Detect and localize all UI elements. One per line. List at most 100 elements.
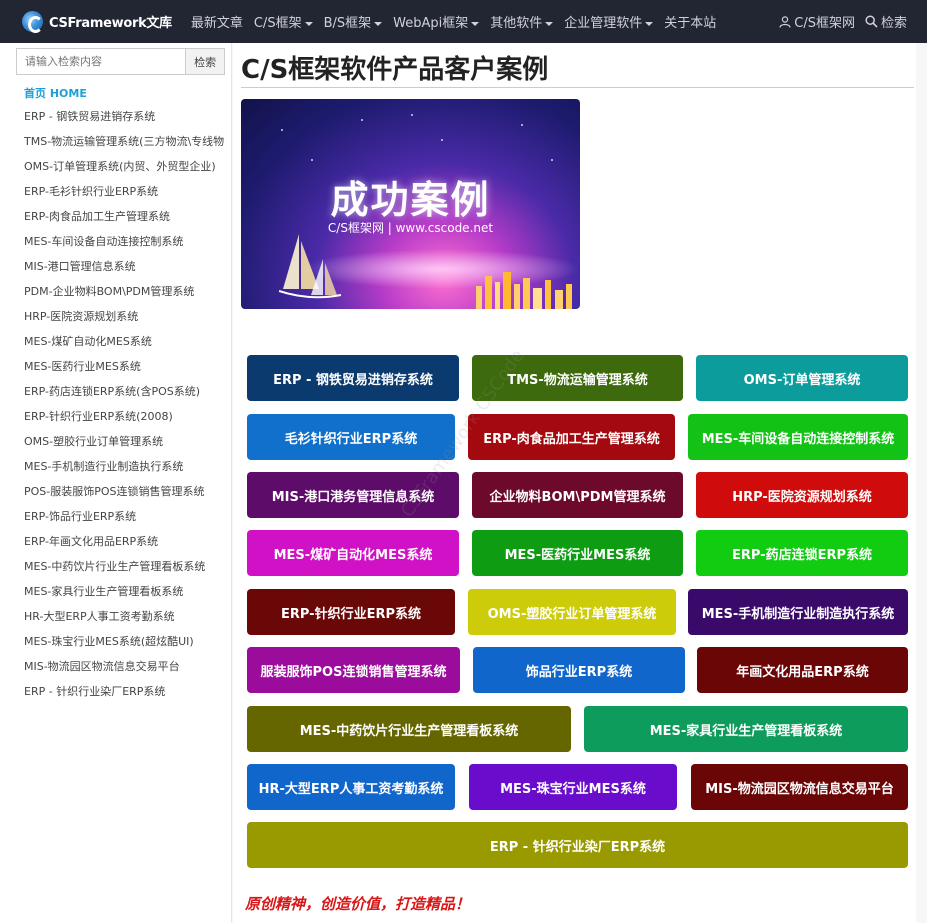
sidebar-item[interactable]: MES-中药饮片行业生产管理看板系统 [24,559,230,584]
caret-down-icon [304,21,313,26]
sidebar-item[interactable]: ERP - 钢铁贸易进销存系统 [24,109,230,134]
search-icon [865,15,878,28]
case-button[interactable]: TMS-物流运输管理系统 [472,355,683,401]
case-button-label: OMS-订单管理系统 [743,372,861,388]
case-button[interactable]: 饰品行业ERP系统 [473,647,685,693]
banner-image: 成功案例 C/S框架网 | www.cscode.net [241,99,580,309]
sidebar-item[interactable]: TMS-物流运输管理系统(三方物流\专线物 [24,134,230,159]
search-input[interactable] [16,48,186,75]
case-button[interactable]: ERP-药店连锁ERP系统 [696,530,908,576]
case-button-label: MIS-物流园区物流信息交易平台 [705,781,894,797]
nav-item-label: 关于本站 [664,16,717,31]
city-skyline-icon [476,272,572,309]
sidebar-home-link[interactable]: 首页 HOME [24,85,87,101]
caret-down-icon [545,21,554,26]
case-button-label: TMS-物流运输管理系统 [507,372,648,388]
nav-item[interactable]: WebApi框架 [393,12,480,31]
case-button-label: 毛衫针织行业ERP系统 [284,431,418,447]
case-button-label: MES-煤矿自动化MES系统 [273,547,433,563]
nav-item[interactable]: 关于本站 [664,12,716,31]
sidebar-item[interactable]: MES-珠宝行业MES系统(超炫酷UI) [24,634,230,659]
nav-item[interactable]: B/S框架 [324,12,383,31]
sidebar: 检索 首页 HOME ERP - 钢铁贸易进销存系统TMS-物流运输管理系统(三… [0,43,232,923]
case-button[interactable]: MES-家具行业生产管理看板系统 [584,706,908,752]
sidebar-item[interactable]: POS-服装服饰POS连锁销售管理系统 [24,484,230,509]
brand[interactable]: CSFramework文库 [22,0,172,43]
case-button[interactable]: HRP-医院资源规划系统 [696,472,908,518]
case-button[interactable]: MES-中药饮片行业生产管理看板系统 [247,706,571,752]
nav-item-label: 其他软件 [490,16,543,31]
case-button-label: HR-大型ERP人事工资考勤系统 [258,781,444,797]
case-button[interactable]: MES-珠宝行业MES系统 [469,764,677,810]
search-link-label: 检索 [880,16,907,31]
banner-subtitle: C/S框架网 | www.cscode.net [327,221,494,235]
case-button[interactable]: MIS-物流园区物流信息交易平台 [691,764,908,810]
case-button[interactable]: OMS-订单管理系统 [696,355,908,401]
nav-item-label: B/S框架 [323,16,372,31]
sidebar-item[interactable]: MES-煤矿自动化MES系统 [24,334,230,359]
sidebar-item[interactable]: ERP-药店连锁ERP系统(含POS系统) [24,384,230,409]
case-button-label: HRP-医院资源规划系统 [732,489,872,505]
case-button[interactable]: MIS-港口港务管理信息系统 [247,472,459,518]
nav-item[interactable]: 最新文章 [191,12,243,31]
nav-item[interactable]: 企业管理软件 [564,12,654,31]
sidebar-item[interactable]: PDM-企业物料BOM\PDM管理系统 [24,284,230,309]
case-button[interactable]: MES-手机制造行业制造执行系统 [688,589,908,635]
sidebar-item[interactable]: MES-医药行业MES系统 [24,359,230,384]
sidebar-item[interactable]: ERP-针织行业ERP系统(2008) [24,409,230,434]
motto-signature: 原创精神，创造价值，打造精品！ [245,895,471,913]
caret-down-icon [374,21,383,26]
case-button-label: MES-珠宝行业MES系统 [500,781,646,797]
case-button-label: OMS-塑胶行业订单管理系统 [487,606,657,622]
user-icon [779,15,791,28]
star [551,159,553,161]
case-button-label: 饰品行业ERP系统 [525,664,633,680]
sidebar-item[interactable]: ERP-肉食品加工生产管理系统 [24,209,230,234]
brand-name: CSFramework文库 [49,16,172,31]
sidebar-item[interactable]: MIS-物流园区物流信息交易平台 [24,659,230,684]
sidebar-item[interactable]: HR-大型ERP人事工资考勤系统 [24,609,230,634]
caret-down-icon [645,21,654,26]
case-button-label: ERP - 钢铁贸易进销存系统 [273,372,433,388]
star [521,124,523,126]
case-button[interactable]: ERP-肉食品加工生产管理系统 [468,414,675,460]
case-button[interactable]: MES-车间设备自动连接控制系统 [688,414,908,460]
case-button[interactable]: MES-医药行业MES系统 [472,530,683,576]
user-link[interactable]: C/S框架网 [779,12,855,31]
nav-item-label: WebApi框架 [393,16,469,31]
sidebar-item[interactable]: OMS-订单管理系统(内贸、外贸型企业) [24,159,230,184]
case-button[interactable]: 毛衫针织行业ERP系统 [247,414,455,460]
sidebar-item[interactable]: HRP-医院资源规划系统 [24,309,230,334]
main-content: C/S框架软件产品客户案例 成功案例 C/S框架网 | www.cscode.n… [233,43,916,923]
case-button-label: MES-车间设备自动连接控制系统 [701,431,895,447]
sidebar-item[interactable]: ERP-饰品行业ERP系统 [24,509,230,534]
case-button-label: ERP-药店连锁ERP系统 [731,547,872,563]
star [281,129,283,131]
case-button[interactable]: OMS-塑胶行业订单管理系统 [468,589,676,635]
case-button[interactable]: MES-煤矿自动化MES系统 [247,530,459,576]
case-button-label: 企业物料BOM\PDM管理系统 [489,489,666,505]
sidebar-item[interactable]: MES-车间设备自动连接控制系统 [24,234,230,259]
case-button[interactable]: ERP - 钢铁贸易进销存系统 [247,355,459,401]
sidebar-item[interactable]: ERP - 针织行业染厂ERP系统 [24,684,230,709]
case-button-label: ERP-肉食品加工生产管理系统 [483,431,660,447]
sidebar-item[interactable]: MES-手机制造行业制造执行系统 [24,459,230,484]
nav-item[interactable]: C/S框架 [254,12,313,31]
sidebar-item[interactable]: MES-家具行业生产管理看板系统 [24,584,230,609]
case-button[interactable]: 服装服饰POS连锁销售管理系统 [247,647,460,693]
sidebar-item[interactable]: MIS-港口管理信息系统 [24,259,230,284]
nav-item[interactable]: 其他软件 [490,12,554,31]
sidebar-item[interactable]: ERP-年画文化用品ERP系统 [24,534,230,559]
sidebar-item[interactable]: OMS-塑胶行业订单管理系统 [24,434,230,459]
case-button-label: ERP - 针织行业染厂ERP系统 [489,839,666,855]
case-button[interactable]: HR-大型ERP人事工资考勤系统 [247,764,455,810]
sidebar-item[interactable]: ERP-毛衫针织行业ERP系统 [24,184,230,209]
search-link[interactable]: 检索 [865,12,907,31]
search-button[interactable]: 检索 [185,48,225,75]
case-button[interactable]: 企业物料BOM\PDM管理系统 [472,472,683,518]
case-button[interactable]: ERP-针织行业ERP系统 [247,589,455,635]
case-button-label: MES-家具行业生产管理看板系统 [649,723,843,739]
top-navbar: CSFramework文库 最新文章 C/S框架 B/S框架 WebApi框架 其他软件… [0,0,927,43]
case-button[interactable]: ERP - 针织行业染厂ERP系统 [247,822,908,868]
case-button[interactable]: 年画文化用品ERP系统 [697,647,908,693]
